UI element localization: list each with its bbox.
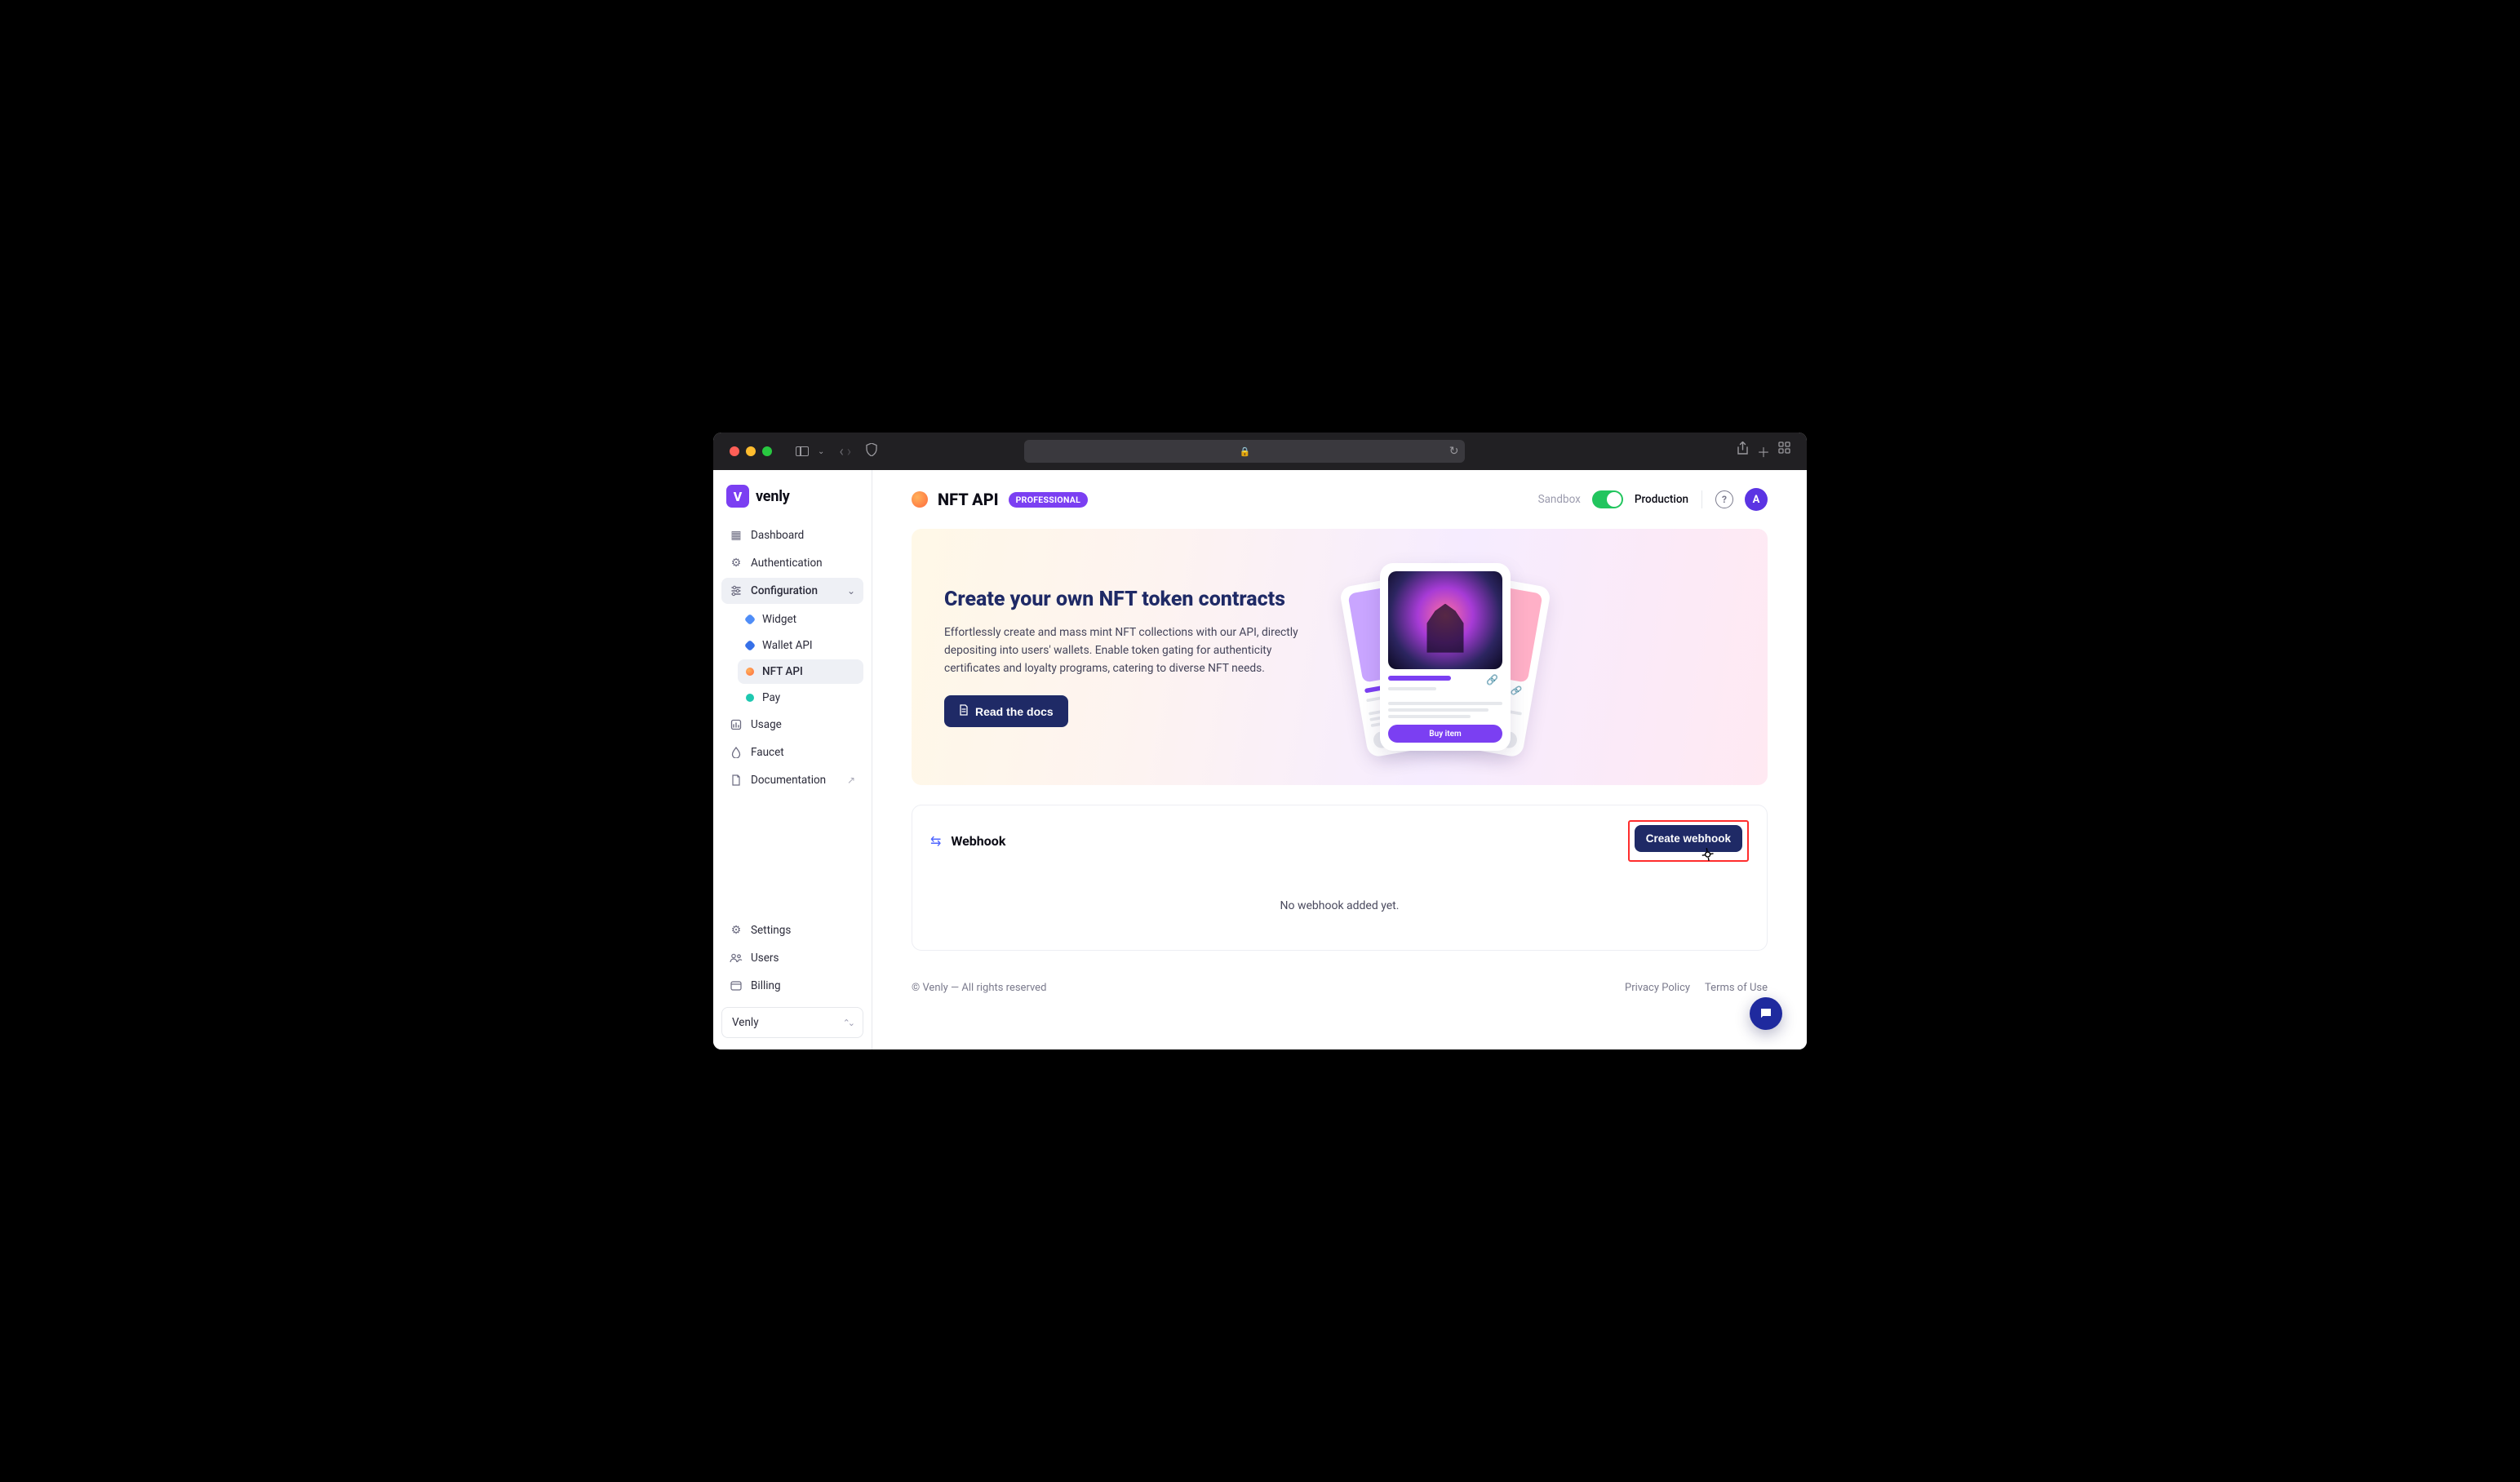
sidebar-item-label: Settings (751, 924, 791, 937)
button-label: Read the docs (975, 705, 1054, 718)
link-icon: 🔗 (1510, 685, 1522, 697)
sidebar-item-label: Faucet (751, 746, 784, 759)
chart-icon (730, 719, 743, 730)
sidebar-item-label: Users (751, 952, 779, 965)
chevron-down-icon[interactable]: ⌄ (818, 447, 824, 456)
sidebar-subitem-label: Wallet API (762, 639, 813, 652)
sidebar-item-label: Configuration (751, 584, 818, 597)
drop-icon (730, 747, 743, 758)
pay-icon (746, 694, 754, 702)
terms-link[interactable]: Terms of Use (1705, 982, 1768, 994)
browser-chrome: ⌄ ‹ › 🔒 ↻ ＋ (713, 433, 1807, 470)
back-icon[interactable]: ‹ (839, 443, 843, 460)
sidebar-item-usage[interactable]: Usage (721, 712, 863, 738)
sidebar: V venly ▦ Dashboard ⚙ Authentication Con… (713, 470, 872, 1049)
webhook-icon: ⇆ (930, 833, 941, 849)
sidebar-subitem-pay[interactable]: Pay (738, 686, 863, 710)
main-content: NFT API PROFESSIONAL Sandbox Production … (872, 470, 1807, 1049)
sidebar-subitem-label: NFT API (762, 665, 803, 678)
hero-illustration: . . 🔗 Buy item (1339, 555, 1551, 759)
env-label-sandbox: Sandbox (1538, 493, 1581, 506)
hero-banner: Create your own NFT token contracts Effo… (912, 529, 1768, 785)
sidebar-subitem-widget[interactable]: Widget (738, 607, 863, 632)
chat-fab[interactable] (1750, 997, 1782, 1030)
environment-toggle[interactable] (1592, 490, 1623, 508)
webhook-panel: ⇆ Webhook Create webhook No webhook adde… (912, 805, 1768, 951)
document-icon (730, 774, 743, 786)
sidebar-item-users[interactable]: Users (721, 945, 863, 971)
help-icon[interactable]: ? (1715, 490, 1733, 508)
nft-card: Buy item 🔗 (1380, 563, 1511, 751)
sidebar-item-authentication[interactable]: ⚙ Authentication (721, 550, 863, 576)
page-header: NFT API PROFESSIONAL Sandbox Production … (872, 470, 1807, 517)
sidebar-item-label: Billing (751, 979, 781, 992)
env-label-production: Production (1635, 493, 1688, 506)
refresh-icon[interactable]: ↻ (1449, 445, 1459, 458)
users-icon (730, 953, 743, 963)
chevron-updown-icon: ⌃⌄ (843, 1018, 853, 1028)
gear-icon: ⚙ (730, 924, 743, 937)
minimize-window-icon[interactable] (746, 446, 756, 456)
webhook-empty-state: No webhook added yet. (912, 876, 1767, 950)
sidebar-subitem-wallet-api[interactable]: Wallet API (738, 633, 863, 658)
forward-icon[interactable]: › (847, 443, 851, 460)
external-link-icon: ↗ (847, 774, 855, 786)
privacy-shield-icon[interactable] (866, 443, 877, 459)
sidebar-item-label: Authentication (751, 557, 823, 570)
org-name: Venly (732, 1016, 759, 1029)
sidebar-toggle-icon[interactable] (790, 439, 814, 464)
plan-badge: PROFESSIONAL (1009, 492, 1088, 508)
sliders-icon (730, 585, 743, 597)
logo[interactable]: V venly (721, 481, 863, 522)
copyright: © Venly — All rights reserved (912, 982, 1046, 994)
sidebar-item-label: Usage (751, 718, 782, 731)
panel-title: Webhook (951, 833, 1005, 849)
buy-button-label: Buy item (1388, 725, 1502, 743)
hero-description: Effortlessly create and mass mint NFT co… (944, 623, 1320, 677)
traffic-lights (730, 446, 772, 456)
sidebar-subitem-label: Pay (762, 691, 780, 704)
sidebar-item-dashboard[interactable]: ▦ Dashboard (721, 522, 863, 548)
org-picker[interactable]: Venly ⌃⌄ (721, 1007, 863, 1038)
create-webhook-button[interactable]: Create webhook (1635, 825, 1742, 852)
divider (1701, 490, 1702, 508)
read-docs-button[interactable]: Read the docs (944, 695, 1068, 727)
chevron-down-icon: ⌄ (847, 585, 855, 597)
share-icon[interactable] (1737, 441, 1749, 461)
sidebar-item-documentation[interactable]: Documentation ↗ (721, 767, 863, 793)
sidebar-item-label: Documentation (751, 774, 826, 787)
sidebar-subitem-label: Widget (762, 613, 796, 626)
widget-icon (744, 614, 756, 625)
url-bar[interactable]: 🔒 ↻ (1024, 440, 1465, 463)
lock-icon: 🔒 (1240, 446, 1251, 457)
gear-icon: ⚙ (730, 557, 743, 570)
sidebar-item-settings[interactable]: ⚙ Settings (721, 917, 863, 943)
page-title: NFT API (938, 490, 999, 509)
maximize-window-icon[interactable] (762, 446, 772, 456)
close-window-icon[interactable] (730, 446, 739, 456)
sidebar-subitem-nft-api[interactable]: NFT API (738, 659, 863, 684)
wallet-api-icon (744, 640, 756, 651)
nft-api-icon (912, 491, 928, 508)
dashboard-icon: ▦ (730, 529, 743, 542)
sidebar-item-label: Dashboard (751, 529, 804, 542)
privacy-policy-link[interactable]: Privacy Policy (1625, 982, 1690, 994)
footer: © Venly — All rights reserved Privacy Po… (872, 967, 1807, 1009)
tabs-overview-icon[interactable] (1778, 441, 1790, 461)
new-tab-icon[interactable]: ＋ (1757, 441, 1770, 461)
highlight-annotation: Create webhook (1628, 820, 1749, 862)
billing-icon (730, 981, 743, 991)
logo-mark-icon: V (726, 485, 749, 508)
link-icon: 🔗 (1486, 674, 1497, 686)
logo-text: venly (756, 488, 790, 505)
sidebar-item-configuration[interactable]: Configuration ⌄ (721, 578, 863, 604)
document-icon (959, 704, 969, 718)
avatar[interactable]: A (1745, 488, 1768, 511)
nft-api-icon (746, 668, 754, 676)
sidebar-item-faucet[interactable]: Faucet (721, 739, 863, 765)
hero-title: Create your own NFT token contracts (944, 587, 1320, 612)
sidebar-item-billing[interactable]: Billing (721, 973, 863, 999)
